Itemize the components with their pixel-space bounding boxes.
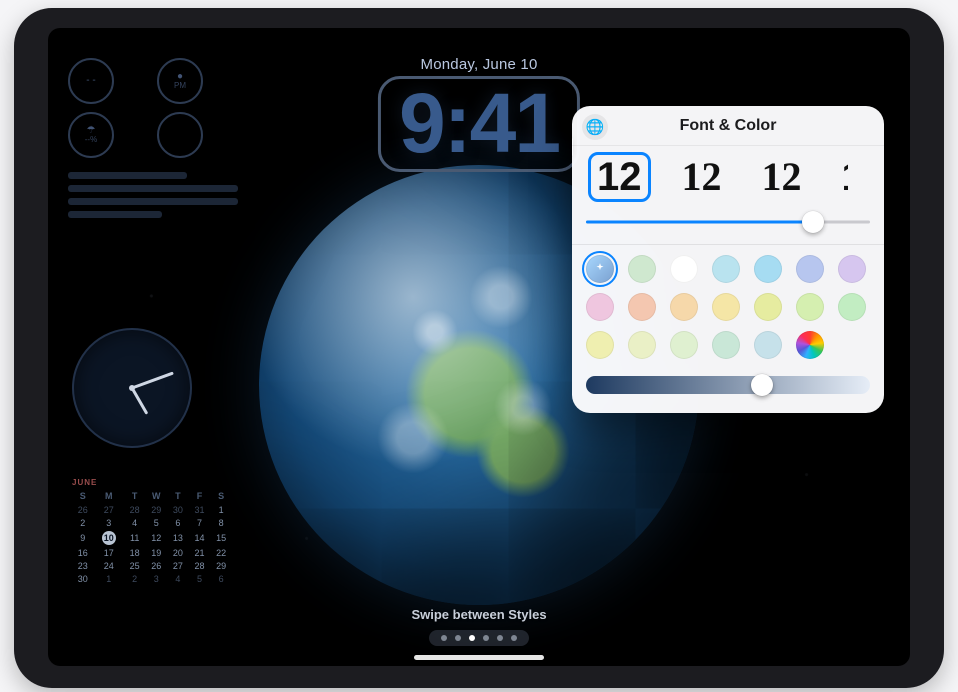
sparkle-icon xyxy=(593,262,607,276)
popover-title: Font & Color xyxy=(680,117,777,135)
color-swatch[interactable] xyxy=(754,255,782,283)
mini-widget-1[interactable]: ●PM xyxy=(157,58,203,104)
color-swatch[interactable] xyxy=(670,255,698,283)
page-dots[interactable] xyxy=(429,630,529,646)
font-style-row: 12 12 12 12 xyxy=(572,146,884,202)
color-swatch[interactable] xyxy=(754,331,782,359)
ipad-body: Monday, June 10 9:41 - - ●PM ☂--% JUNE SMT… xyxy=(14,8,944,688)
color-swatch[interactable] xyxy=(628,255,656,283)
page-dot[interactable] xyxy=(511,635,517,641)
page-dot[interactable] xyxy=(483,635,489,641)
color-picker-button[interactable] xyxy=(796,331,824,359)
color-swatch[interactable] xyxy=(586,293,614,321)
color-swatch[interactable] xyxy=(712,255,740,283)
clock-time: 9:41 xyxy=(399,81,559,165)
color-tone-slider[interactable] xyxy=(586,373,870,397)
color-swatch[interactable] xyxy=(796,293,824,321)
widgets-column: - - ●PM ☂--% xyxy=(68,58,238,224)
color-swatch[interactable] xyxy=(670,331,698,359)
color-swatch[interactable] xyxy=(838,255,866,283)
page-dot[interactable] xyxy=(455,635,461,641)
popover-divider xyxy=(572,244,884,245)
color-swatch[interactable] xyxy=(712,331,740,359)
color-swatch[interactable] xyxy=(628,293,656,321)
font-option-2[interactable]: 12 xyxy=(753,152,811,202)
font-option-1[interactable]: 12 xyxy=(673,152,731,202)
mini-widget-3[interactable] xyxy=(157,112,203,158)
color-swatches-grid xyxy=(572,251,884,361)
page-dot[interactable] xyxy=(441,635,447,641)
color-swatch[interactable] xyxy=(628,331,656,359)
font-weight-thumb[interactable] xyxy=(802,211,824,233)
home-indicator[interactable] xyxy=(414,655,544,660)
color-tone-thumb[interactable] xyxy=(751,374,773,396)
color-swatch[interactable] xyxy=(586,331,614,359)
mini-widget-2[interactable]: ☂--% xyxy=(68,112,114,158)
font-option-0[interactable]: 12 xyxy=(588,152,651,202)
lock-screen: Monday, June 10 9:41 - - ●PM ☂--% JUNE SMT… xyxy=(48,28,910,666)
clock-frame[interactable]: 9:41 xyxy=(378,76,580,172)
color-swatch[interactable] xyxy=(712,293,740,321)
date-label: Monday, June 10 xyxy=(421,56,538,73)
color-swatch[interactable] xyxy=(796,255,824,283)
font-weight-slider[interactable] xyxy=(586,210,870,234)
swipe-styles-label: Swipe between Styles xyxy=(411,607,546,622)
widget-placeholder-lines xyxy=(68,172,238,218)
page-dot[interactable] xyxy=(469,635,475,641)
font-option-3[interactable]: 12 xyxy=(833,152,851,202)
analog-clock-widget[interactable] xyxy=(72,328,192,448)
calendar-widget[interactable]: JUNE SMTWTFS2627282930311234567891011121… xyxy=(72,478,232,585)
font-color-popover: 🌐 Font & Color 12 12 12 12 xyxy=(572,106,884,413)
calendar-month: JUNE xyxy=(72,478,232,487)
page-dot[interactable] xyxy=(497,635,503,641)
color-swatch[interactable] xyxy=(670,293,698,321)
color-dynamic[interactable] xyxy=(586,255,614,283)
mini-widget-0[interactable]: - - xyxy=(68,58,114,104)
color-swatch[interactable] xyxy=(838,293,866,321)
globe-icon: 🌐 xyxy=(586,118,605,136)
language-button[interactable]: 🌐 xyxy=(582,114,608,140)
color-swatch[interactable] xyxy=(754,293,782,321)
